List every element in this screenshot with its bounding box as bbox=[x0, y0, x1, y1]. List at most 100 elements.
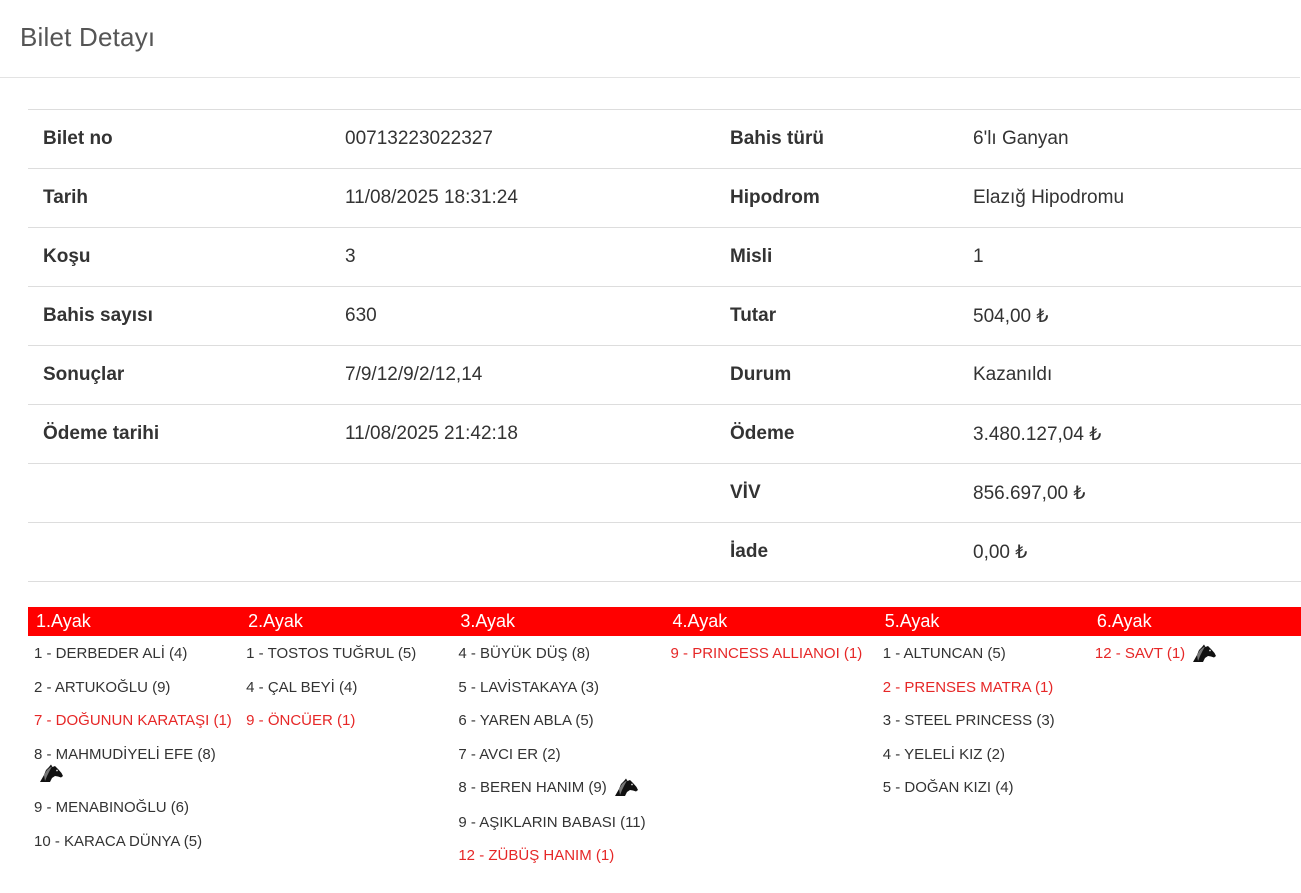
horse-label: 7 - AVCI ER (2) bbox=[458, 745, 561, 763]
horse-item: 9 - PRINCESS ALLIANOI (1) bbox=[671, 644, 877, 663]
legs-section: 1.Ayak 2.Ayak 3.Ayak 4.Ayak 5.Ayak 6.Ayak 1 -… bbox=[28, 607, 1301, 880]
horse-item: 1 - DERBEDER ALİ (4) bbox=[34, 644, 240, 663]
detail-value: 7/9/12/9/2/12,14 bbox=[345, 345, 730, 405]
horse-item: 5 - LAVİSTAKAYA (3) bbox=[458, 678, 664, 697]
detail-value: 0,00 ₺ bbox=[973, 522, 1301, 582]
leg-title: 5.Ayak bbox=[884, 611, 940, 631]
detail-value: 11/08/2025 21:42:18 bbox=[345, 404, 730, 464]
detail-value: 3.480.127,04 ₺ bbox=[973, 404, 1301, 464]
horse-head-icon bbox=[38, 764, 64, 784]
horse-label: 9 - ÖNCÜER (1) bbox=[246, 712, 356, 729]
horse-label: 1 - DERBEDER ALİ (4) bbox=[34, 645, 188, 662]
detail-value: 504,00 ₺ bbox=[973, 286, 1301, 346]
leg-column: 1 - TOSTOS TUĞRUL (5) 4 - ÇAL BEYİ (4) 9 -… bbox=[240, 636, 452, 880]
leg-column: 9 - PRINCESS ALLIANOI (1) bbox=[665, 636, 877, 880]
horse-label: 2 - ARTUKOĞLU (9) bbox=[34, 678, 171, 696]
detail-label: Misli bbox=[730, 227, 973, 287]
detail-label bbox=[28, 463, 345, 523]
horse-label: 4 - ÇAL BEYİ (4) bbox=[246, 678, 358, 696]
horse-item: 7 - AVCI ER (2) bbox=[458, 745, 664, 764]
horse-label: 1 - ALTUNCAN (5) bbox=[882, 645, 1006, 662]
detail-value: 630 bbox=[345, 286, 730, 346]
horse-item: 6 - YAREN ABLA (5) bbox=[458, 711, 664, 730]
horse-head-icon bbox=[1191, 644, 1217, 664]
leg-title: 6.Ayak bbox=[1096, 611, 1152, 631]
leg-column: 4 - BÜYÜK DÜŞ (8) 5 - LAVİSTAKAYA (3) 6 - … bbox=[452, 636, 664, 880]
detail-value: 3 bbox=[345, 227, 730, 287]
page-title: Bilet Detayı bbox=[20, 22, 156, 52]
horse-item: 2 - ARTUKOĞLU (9) bbox=[34, 678, 240, 697]
horse-label: 9 - PRINCESS ALLIANOI (1) bbox=[670, 645, 863, 662]
horse-label: 9 - AŞIKLARIN BABASI (11) bbox=[458, 813, 646, 831]
legs-body: 1 - DERBEDER ALİ (4) 2 - ARTUKOĞLU (9) 7 -… bbox=[28, 636, 1301, 880]
horse-item: 8 - BEREN HANIM (9) bbox=[458, 778, 664, 798]
detail-label: Bahis sayısı bbox=[28, 286, 345, 346]
horse-item: 1 - TOSTOS TUĞRUL (5) bbox=[246, 644, 452, 663]
page-header: Bilet Detayı bbox=[0, 0, 1300, 78]
horse-label: 4 - YELELİ KIZ (2) bbox=[882, 745, 1005, 763]
legs-header: 1.Ayak 2.Ayak 3.Ayak 4.Ayak 5.Ayak 6.Ayak bbox=[28, 607, 1301, 636]
horse-label: 8 - MAHMUDİYELİ EFE (8) bbox=[34, 745, 216, 763]
detail-value bbox=[345, 463, 730, 523]
horse-label: 4 - BÜYÜK DÜŞ (8) bbox=[458, 645, 591, 662]
horse-item: 9 - ÖNCÜER (1) bbox=[246, 711, 452, 730]
detail-label: VİV bbox=[730, 463, 973, 523]
leg-column: 1 - ALTUNCAN (5) 2 - PRENSES MATRA (1) 3 -… bbox=[877, 636, 1089, 880]
horse-item: 9 - AŞIKLARIN BABASI (11) bbox=[458, 813, 664, 832]
leg-column: 1 - DERBEDER ALİ (4) 2 - ARTUKOĞLU (9) 7 -… bbox=[28, 636, 240, 880]
detail-label: Koşu bbox=[28, 227, 345, 287]
horse-item: 8 - MAHMUDİYELİ EFE (8) bbox=[34, 745, 240, 784]
detail-label: Tarih bbox=[28, 168, 345, 228]
horse-label: 7 - DOĞUNUN KARATAŞI (1) bbox=[34, 712, 232, 729]
leg-title: 3.Ayak bbox=[460, 611, 516, 631]
horse-head-icon bbox=[613, 778, 639, 798]
detail-value: 00713223022327 bbox=[345, 109, 730, 169]
detail-row: Bilet no 00713223022327 Bahis türü 6'lı Gan… bbox=[28, 109, 1301, 169]
horse-item: 10 - KARACA DÜNYA (5) bbox=[34, 832, 240, 851]
horse-item: 12 - ZÜBÜŞ HANIM (1) bbox=[458, 846, 664, 865]
horse-label: 6 - YAREN ABLA (5) bbox=[458, 712, 594, 729]
horse-item: 7 - DOĞUNUN KARATAŞI (1) bbox=[34, 711, 240, 730]
horse-item: 4 - BÜYÜK DÜŞ (8) bbox=[458, 644, 664, 663]
detail-label: Ödeme bbox=[730, 404, 973, 464]
horse-item: 2 - PRENSES MATRA (1) bbox=[883, 678, 1089, 697]
detail-value: 11/08/2025 18:31:24 bbox=[345, 168, 730, 228]
horse-item: 12 - SAVT (1) bbox=[1095, 644, 1301, 664]
detail-row: Bahis sayısı 630 Tutar 504,00 ₺ bbox=[28, 286, 1301, 346]
detail-value: 856.697,00 ₺ bbox=[973, 463, 1301, 523]
detail-value bbox=[345, 522, 730, 582]
horse-label: 3 - STEEL PRINCESS (3) bbox=[882, 712, 1055, 729]
detail-value: 6'lı Ganyan bbox=[973, 109, 1301, 169]
horse-item: 9 - MENABINOĞLU (6) bbox=[34, 798, 240, 817]
detail-label: Hipodrom bbox=[730, 168, 973, 228]
detail-value: Kazanıldı bbox=[973, 345, 1301, 405]
detail-row: Koşu 3 Misli 1 bbox=[28, 227, 1301, 287]
detail-label: Tutar bbox=[730, 286, 973, 346]
leg-title: 2.Ayak bbox=[248, 611, 303, 631]
detail-row: İade 0,00 ₺ bbox=[28, 522, 1301, 582]
detail-label: Durum bbox=[730, 345, 973, 405]
horse-item: 3 - STEEL PRINCESS (3) bbox=[883, 711, 1089, 730]
detail-label: Bilet no bbox=[28, 109, 345, 169]
horse-label: 2 - PRENSES MATRA (1) bbox=[882, 678, 1054, 696]
detail-row: Sonuçlar 7/9/12/9/2/12,14 Durum Kazanıldı bbox=[28, 345, 1301, 405]
horse-item: 4 - YELELİ KIZ (2) bbox=[883, 745, 1089, 764]
horse-label: 10 - KARACA DÜNYA (5) bbox=[34, 832, 203, 850]
detail-value: 1 bbox=[973, 227, 1301, 287]
horse-label: 8 - BEREN HANIM (9) bbox=[458, 779, 607, 796]
horse-label: 5 - DOĞAN KIZI (4) bbox=[882, 779, 1014, 796]
leg-column: 12 - SAVT (1) bbox=[1089, 636, 1301, 880]
horse-item: 4 - ÇAL BEYİ (4) bbox=[246, 678, 452, 697]
detail-label: Bahis türü bbox=[730, 109, 973, 169]
detail-row: VİV 856.697,00 ₺ bbox=[28, 463, 1301, 523]
detail-row: Tarih 11/08/2025 18:31:24 Hipodrom Elazığ H… bbox=[28, 168, 1301, 228]
horse-label: 1 - TOSTOS TUĞRUL (5) bbox=[246, 645, 417, 662]
detail-label: Sonuçlar bbox=[28, 345, 345, 405]
detail-row: Ödeme tarihi 11/08/2025 21:42:18 Ödeme 3.48… bbox=[28, 404, 1301, 464]
detail-label bbox=[28, 522, 345, 582]
leg-title: 4.Ayak bbox=[672, 611, 728, 631]
detail-label: Ödeme tarihi bbox=[28, 404, 345, 464]
horse-item: 1 - ALTUNCAN (5) bbox=[883, 644, 1089, 663]
horse-label: 12 - SAVT (1) bbox=[1094, 645, 1186, 662]
horse-label: 5 - LAVİSTAKAYA (3) bbox=[458, 678, 599, 696]
